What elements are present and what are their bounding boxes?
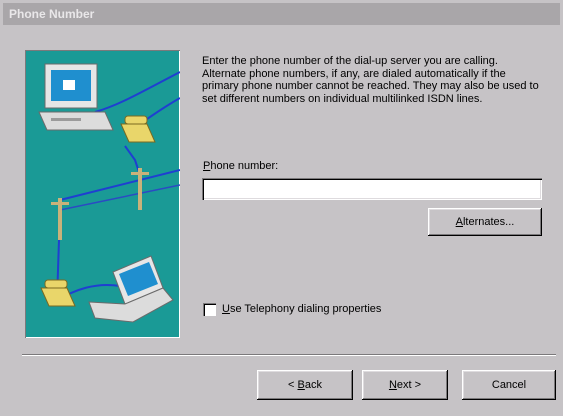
- back-accel: B: [297, 379, 305, 391]
- alternates-rest: lternates...: [462, 216, 515, 228]
- pole-left: [51, 198, 69, 240]
- next-button[interactable]: Next >: [362, 370, 448, 400]
- window-title: Phone Number: [9, 7, 95, 21]
- instructions-text: Enter the phone number of the dial-up se…: [202, 55, 539, 105]
- back-rest: ack: [304, 379, 322, 391]
- back-button[interactable]: < Back: [257, 370, 353, 400]
- next-accel: N: [388, 379, 397, 391]
- alternates-button[interactable]: Alternates...: [428, 208, 542, 236]
- dialup-network-illustration: [25, 50, 180, 338]
- phone-top: [120, 115, 156, 143]
- telephony-checkbox-label[interactable]: Use Telephony dialing properties: [222, 303, 381, 315]
- next-rest: ext >: [396, 379, 422, 391]
- cancel-button[interactable]: Cancel: [462, 370, 556, 400]
- separator: [22, 354, 556, 356]
- phone-label-rest: hone number:: [210, 160, 279, 172]
- telephony-accel: U: [222, 303, 230, 315]
- phone-number-label: Phone number:: [203, 160, 278, 172]
- telephony-checkbox[interactable]: [203, 303, 216, 316]
- telephony-rest: se Telephony dialing properties: [229, 303, 382, 315]
- title-bar: Phone Number: [3, 3, 560, 25]
- back-prefix: <: [288, 379, 298, 391]
- alternates-accel: A: [455, 216, 463, 228]
- phone-number-input[interactable]: [202, 178, 542, 200]
- network-diagram-icon: [38, 63, 180, 323]
- phone-number-dialog: Phone Number Enter the phone number of t…: [0, 0, 563, 416]
- desktop-computer: [38, 63, 114, 131]
- laptop-computer: [88, 255, 174, 323]
- pole-right: [131, 168, 149, 210]
